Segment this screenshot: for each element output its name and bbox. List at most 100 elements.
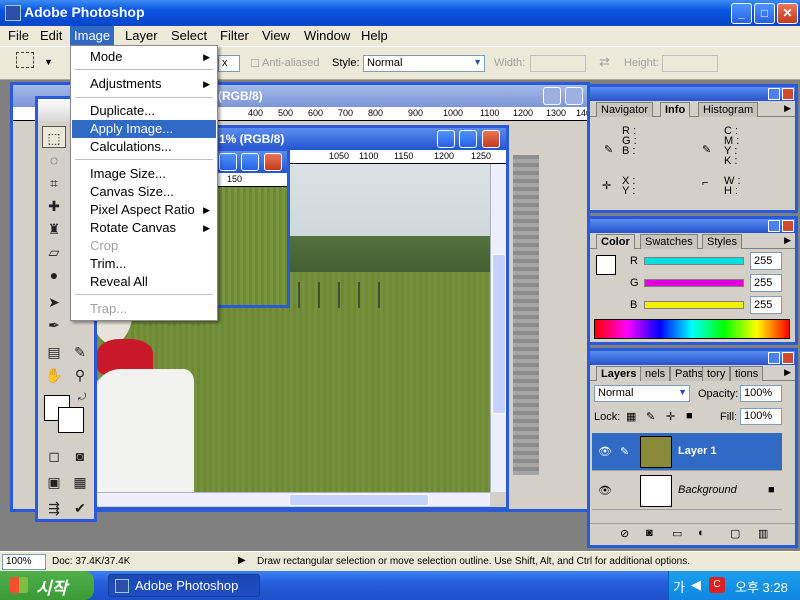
layers-palette-minimize[interactable] (768, 352, 780, 364)
tab-history[interactable]: tory (702, 366, 731, 381)
doc-mid-minimize[interactable] (437, 130, 455, 148)
menu-item-image-size[interactable]: Image Size... (72, 165, 216, 183)
blur-tool-icon[interactable]: ● (42, 264, 66, 286)
menu-item-apply-image[interactable]: Apply Image... (72, 120, 216, 138)
menu-item-adjustments[interactable]: Adjustments ▶ (72, 75, 216, 93)
tab-navigator[interactable]: Navigator (596, 102, 654, 117)
front-canvas[interactable] (213, 187, 287, 305)
menu-item-pixel-aspect-ratio[interactable]: Pixel Aspect Ratio ▶ (72, 201, 216, 219)
fullscreen-mode-icon[interactable]: ▦ (68, 471, 92, 493)
color-fg-swatch[interactable] (596, 255, 616, 275)
eyedropper-tool-icon[interactable]: ✎ (68, 341, 92, 363)
layer-row-background[interactable]: 👁 Background ■ (592, 472, 782, 510)
tab-info[interactable]: Info (660, 102, 691, 118)
status-menu-icon[interactable]: ▶ (238, 555, 246, 566)
taskbar-item-photoshop[interactable]: Adobe Photoshop (108, 574, 260, 597)
minimize-button[interactable]: _ (731, 3, 752, 24)
palette-menu-icon[interactable]: ▶ (784, 235, 791, 246)
antialiased-checkbox[interactable]: ☐ (250, 57, 260, 70)
link-layers-icon[interactable]: ⊘ (620, 527, 629, 540)
menu-item-canvas-size[interactable]: Canvas Size... (72, 183, 216, 201)
doc-size[interactable]: Doc: 37.4K/37.4K (52, 556, 130, 567)
style-select[interactable]: Normal ▼ (363, 55, 485, 72)
palette-menu-icon[interactable]: ▶ (784, 103, 791, 114)
doc-front-minimize[interactable] (219, 153, 237, 171)
palette-close[interactable] (782, 88, 794, 100)
swap-colors-icon[interactable]: ⤾ (70, 387, 94, 409)
menu-image[interactable]: Image (70, 26, 115, 46)
layer-row-layer1[interactable]: 👁 ✎ Layer 1 (592, 433, 782, 471)
path-select-icon[interactable]: ➤ (42, 291, 66, 313)
visibility-eye-icon[interactable]: 👁 (598, 484, 612, 497)
tab-histogram[interactable]: Histogram (698, 102, 759, 117)
lasso-tool-icon[interactable]: ◌ (42, 149, 66, 171)
layers-palette-close[interactable] (782, 352, 794, 364)
red-value-field[interactable]: 255 (750, 252, 782, 270)
lock-paint-icon[interactable]: ✎ (646, 410, 655, 423)
red-slider[interactable] (644, 257, 744, 265)
blend-mode-select[interactable]: Normal ▼ (594, 385, 690, 402)
menu-help[interactable]: Help (359, 28, 390, 43)
visibility-eye-icon[interactable]: 👁 (598, 445, 612, 458)
quickmask-mode-icon[interactable]: ◙ (68, 445, 92, 467)
horizontal-scrollbar[interactable] (89, 492, 490, 506)
tab-color[interactable]: Color (596, 234, 635, 250)
menu-window[interactable]: Window (302, 28, 352, 43)
doc-mid-close[interactable] (482, 130, 500, 148)
pen-tool-icon[interactable]: ✒ (42, 314, 66, 336)
volume-icon[interactable]: ◀ (691, 577, 701, 593)
doc-back-maximize[interactable] (565, 87, 583, 105)
color-palette-minimize[interactable] (768, 220, 780, 232)
color-spectrum-bar[interactable] (594, 319, 790, 339)
ime-indicator[interactable]: 가 (673, 577, 685, 596)
menu-item-rotate-canvas[interactable]: Rotate Canvas ▶ (72, 219, 216, 237)
green-slider[interactable] (644, 279, 744, 287)
menu-item-trim[interactable]: Trim... (72, 255, 216, 273)
new-group-icon[interactable]: ▭ (672, 527, 682, 540)
menu-item-duplicate[interactable]: Duplicate... (72, 102, 216, 120)
doc-front-maximize[interactable] (241, 153, 259, 171)
color-palette-close[interactable] (782, 220, 794, 232)
zoom-tool-icon[interactable]: ⚲ (68, 364, 92, 386)
width-field[interactable] (530, 55, 586, 72)
marquee-preset-icon[interactable] (16, 52, 34, 68)
menu-edit[interactable]: Edit (38, 28, 64, 43)
doc-back-minimize[interactable] (543, 87, 561, 105)
standard-mode-icon[interactable]: ◻ (42, 445, 66, 467)
opacity-field[interactable]: 100% (740, 385, 782, 402)
eraser-tool-icon[interactable]: ▱ (42, 241, 66, 263)
lock-move-icon[interactable]: ✛ (666, 410, 675, 423)
brush-link-icon[interactable]: ✎ (620, 445, 629, 458)
layer-mask-icon[interactable]: ◙ (646, 527, 653, 539)
trash-icon[interactable]: ▥ (758, 527, 768, 540)
start-button[interactable]: 시작 (0, 571, 94, 600)
close-button[interactable]: ✕ (777, 3, 798, 24)
menu-select[interactable]: Select (169, 28, 209, 43)
fill-field[interactable]: 100% (740, 408, 782, 425)
doc-mid-maximize[interactable] (459, 130, 477, 148)
swap-icon[interactable]: ⇄ (599, 54, 610, 70)
new-layer-icon[interactable]: ▢ (730, 527, 740, 540)
vertical-scrollbar[interactable] (490, 164, 506, 492)
menu-item-reveal-all[interactable]: Reveal All (72, 273, 216, 291)
doc-front-close[interactable] (264, 153, 282, 171)
preset-dropdown-icon[interactable]: ▼ (44, 57, 53, 67)
menu-item-calculations[interactable]: Calculations... (72, 138, 216, 156)
crop-tool-icon[interactable]: ⌗ (42, 172, 66, 194)
tab-channels[interactable]: nels (640, 366, 671, 381)
tray-app-icon[interactable]: C (709, 577, 725, 593)
green-value-field[interactable]: 255 (750, 274, 782, 292)
screen-mode-icon[interactable]: ▣ (42, 471, 66, 493)
maximize-button[interactable]: □ (754, 3, 775, 24)
menu-filter[interactable]: Filter (218, 28, 251, 43)
height-field[interactable] (662, 55, 718, 72)
menu-file[interactable]: File (6, 28, 31, 43)
zoom-field[interactable]: 100% (2, 554, 46, 570)
jump-icon[interactable]: ✔ (68, 497, 92, 519)
background-color-swatch[interactable] (58, 407, 84, 433)
clone-stamp-icon[interactable]: ♜ (42, 218, 66, 240)
tab-layers[interactable]: Layers (596, 366, 642, 382)
hand-tool-icon[interactable]: ✋ (42, 364, 66, 386)
document-window-front[interactable]: 150 (210, 148, 290, 308)
menu-layer[interactable]: Layer (123, 28, 160, 43)
